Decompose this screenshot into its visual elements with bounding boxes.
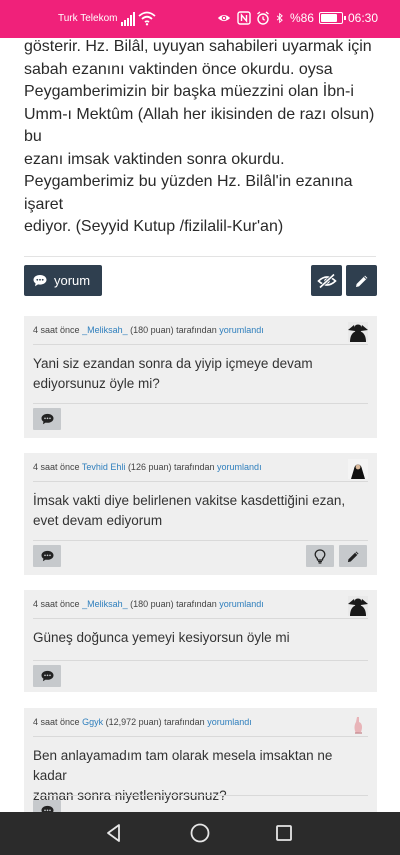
avatar[interactable] bbox=[348, 322, 368, 342]
comment-divider bbox=[33, 481, 368, 482]
edit-icon bbox=[355, 275, 367, 287]
comment-action-link[interactable]: yorumlandı bbox=[207, 717, 252, 727]
edit-icon bbox=[347, 550, 359, 562]
comment-text: Güneş doğunca yemeyi kesiyorsun öyle mi bbox=[33, 630, 290, 645]
comment-item: 4 saat önce _Meliksah_ (180 puan) tarafı… bbox=[24, 590, 377, 692]
page-content: gösterir. Hz. Bilâl, uyuyan sahabileri u… bbox=[0, 38, 400, 812]
comment-user-points: (180 puan) bbox=[130, 325, 174, 335]
edit-button[interactable] bbox=[346, 265, 377, 296]
divider bbox=[24, 256, 376, 257]
comment-divider bbox=[33, 403, 368, 404]
comment-action-link[interactable]: yorumlandı bbox=[217, 462, 262, 472]
answer-text: gösterir. Hz. Bilâl, uyuyan sahabileri u… bbox=[24, 38, 375, 235]
reply-button[interactable] bbox=[33, 800, 61, 812]
comment-time: 4 saat önce bbox=[33, 717, 80, 727]
wifi-icon bbox=[138, 11, 156, 26]
reply-button[interactable] bbox=[33, 408, 61, 430]
comment-time: 4 saat önce bbox=[33, 325, 80, 335]
comment-item: 4 saat önce Tevhid Ehli (126 puan) taraf… bbox=[24, 453, 377, 575]
status-bar: Turk Telekom %86 06:30 bbox=[0, 0, 400, 38]
avatar[interactable] bbox=[348, 714, 368, 734]
avatar[interactable] bbox=[348, 596, 368, 616]
answer-actions: yorum bbox=[24, 265, 377, 296]
comment-text: İmsak vakti diye belirlenen vakitse kasd… bbox=[33, 493, 346, 528]
comment-divider bbox=[33, 736, 368, 737]
nfc-icon bbox=[237, 11, 251, 25]
edit-comment-button[interactable] bbox=[339, 545, 367, 567]
comment-action-link[interactable]: yorumlandı bbox=[219, 325, 264, 335]
recents-icon[interactable] bbox=[273, 822, 295, 844]
eye-icon bbox=[217, 14, 231, 22]
comment-divider bbox=[33, 540, 368, 541]
clock: 06:30 bbox=[347, 11, 378, 25]
comment-user-points: (126 puan) bbox=[127, 462, 172, 472]
comment-icon bbox=[41, 550, 53, 562]
battery-icon bbox=[318, 12, 346, 24]
answer-body: gösterir. Hz. Bilâl, uyuyan sahabileri u… bbox=[24, 38, 384, 239]
comment-time: 4 saat önce bbox=[33, 462, 80, 472]
comment-icon bbox=[41, 413, 53, 425]
comment-divider bbox=[33, 344, 368, 345]
comment-item: 4 saat önce Ggyk (12,972 puan) tarafında… bbox=[24, 708, 377, 812]
comment-by: tarafından bbox=[176, 325, 217, 335]
best-answer-button[interactable] bbox=[306, 545, 334, 567]
comment-user-link[interactable]: _Meliksah_ bbox=[82, 599, 128, 609]
signal-icon bbox=[121, 12, 135, 26]
alarm-icon bbox=[257, 11, 269, 25]
comment-user-link[interactable]: Ggyk bbox=[82, 717, 103, 727]
comment-user-points: (180 puan) bbox=[130, 599, 174, 609]
comment-divider bbox=[33, 795, 368, 796]
comment-by: tarafından bbox=[164, 717, 205, 727]
comment-meta: 4 saat önce Tevhid Ehli (126 puan) taraf… bbox=[33, 462, 262, 472]
lightbulb-icon bbox=[314, 548, 326, 564]
comment-action-link[interactable]: yorumlandı bbox=[219, 599, 264, 609]
comment-button-label: yorum bbox=[54, 273, 91, 288]
reply-button[interactable] bbox=[33, 665, 61, 687]
hide-icon bbox=[316, 272, 337, 289]
bluetooth-icon bbox=[276, 12, 283, 24]
comment-meta: 4 saat önce Ggyk (12,972 puan) tarafında… bbox=[33, 717, 252, 727]
comment-text: Ben anlayamadım tam olarak mesela imsakt… bbox=[33, 748, 333, 803]
battery-percent: %86 bbox=[289, 11, 314, 25]
comment-divider bbox=[33, 660, 368, 661]
comment-by: tarafından bbox=[176, 599, 217, 609]
reply-button[interactable] bbox=[33, 545, 61, 567]
comment-text: Yani siz ezandan sonra da yiyip içmeye d… bbox=[33, 356, 313, 391]
comment-meta: 4 saat önce _Meliksah_ (180 puan) tarafı… bbox=[33, 325, 264, 335]
comment-button[interactable]: yorum bbox=[24, 265, 103, 296]
back-icon[interactable] bbox=[103, 822, 125, 844]
comment-icon bbox=[41, 670, 53, 682]
comment-item: 4 saat önce _Meliksah_ (180 puan) tarafı… bbox=[24, 316, 377, 438]
comment-user-link[interactable]: _Meliksah_ bbox=[82, 325, 128, 335]
comment-by: tarafından bbox=[174, 462, 215, 472]
comment-meta: 4 saat önce _Meliksah_ (180 puan) tarafı… bbox=[33, 599, 264, 609]
comment-icon bbox=[33, 275, 47, 287]
comment-user-points: (12,972 puan) bbox=[105, 717, 162, 727]
comment-divider bbox=[33, 618, 368, 619]
system-nav-bar bbox=[0, 812, 400, 855]
comment-icon bbox=[41, 805, 53, 812]
carrier-name: Turk Telekom bbox=[58, 13, 118, 24]
comment-time: 4 saat önce bbox=[33, 599, 80, 609]
hide-button[interactable] bbox=[311, 265, 342, 296]
avatar[interactable] bbox=[348, 459, 368, 479]
comment-user-link[interactable]: Tevhid Ehli bbox=[82, 462, 126, 472]
home-icon[interactable] bbox=[189, 822, 211, 844]
